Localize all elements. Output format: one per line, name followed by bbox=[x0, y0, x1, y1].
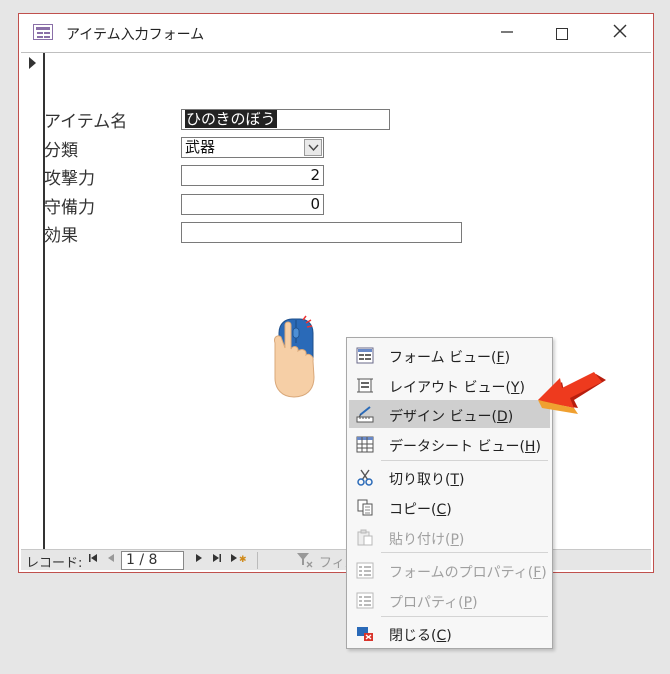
maximize-icon bbox=[556, 27, 568, 40]
paste-icon bbox=[357, 529, 373, 546]
minimize-icon bbox=[501, 31, 513, 33]
menu-suffix: ) bbox=[535, 439, 541, 455]
menu-label: 閉じる( bbox=[389, 628, 437, 644]
menu-suffix: ) bbox=[519, 380, 525, 396]
item-name-input[interactable]: ひのきのぼう bbox=[181, 109, 390, 130]
first-record-icon bbox=[89, 554, 97, 562]
form-icon bbox=[33, 24, 53, 40]
menu-accel: P bbox=[463, 595, 473, 611]
window-title: アイテム入力フォーム bbox=[66, 27, 205, 43]
previous-record-button[interactable] bbox=[105, 553, 117, 567]
next-record-icon bbox=[196, 554, 202, 562]
previous-record-icon bbox=[108, 554, 114, 562]
attack-label: 攻撃力 bbox=[44, 169, 95, 189]
defense-label: 守備力 bbox=[44, 198, 95, 218]
menu-separator bbox=[381, 616, 548, 617]
menu-item-layout-view[interactable]: レイアウト ビュー(Y) bbox=[349, 371, 550, 399]
menu-item-paste[interactable]: 貼り付け(P) bbox=[349, 523, 550, 551]
menu-suffix: ) bbox=[504, 350, 511, 366]
menu-suffix: ) bbox=[458, 532, 465, 548]
menu-label: プロパティ( bbox=[389, 595, 464, 611]
menu-accel: C bbox=[436, 502, 447, 518]
menu-accel: P bbox=[450, 532, 459, 548]
menu-label: フォームのプロパティ( bbox=[389, 565, 534, 581]
design-view-icon bbox=[356, 406, 374, 423]
close-button[interactable] bbox=[608, 22, 632, 44]
filter-icon[interactable] bbox=[296, 552, 314, 568]
datasheet-view-icon bbox=[356, 436, 374, 453]
layout-view-icon bbox=[357, 378, 373, 393]
form-properties-icon bbox=[356, 562, 374, 579]
menu-suffix: ) bbox=[446, 502, 452, 518]
menu-item-close[interactable]: 閉じる(C) bbox=[349, 619, 550, 647]
menu-item-form-properties[interactable]: フォームのプロパティ(F) bbox=[349, 556, 550, 584]
title-divider bbox=[21, 52, 651, 53]
category-select[interactable]: 武器 bbox=[181, 137, 324, 158]
chevron-down-icon bbox=[308, 144, 319, 152]
current-record-arrow-icon bbox=[29, 57, 36, 69]
maximize-button[interactable] bbox=[550, 22, 574, 44]
close-icon bbox=[613, 24, 627, 38]
form-window: アイテム入力フォーム アイテム名 ひのきのぼう 分類 武器 攻撃力 2 守備力 … bbox=[18, 13, 654, 573]
menu-label: レイアウト ビュー( bbox=[389, 380, 511, 396]
current-record-box[interactable]: 1 / 8 bbox=[121, 551, 184, 570]
menu-item-design-view[interactable]: デザイン ビュー(D) bbox=[349, 400, 550, 428]
menu-item-form-view[interactable]: フォーム ビュー(F) bbox=[349, 341, 550, 369]
menu-accel: H bbox=[524, 439, 536, 455]
menu-label: データシート ビュー( bbox=[389, 439, 525, 455]
context-menu: フォーム ビュー(F) レイアウト ビュー(Y) デザイン ビュー(D) データ… bbox=[346, 337, 553, 649]
menu-label: フォーム ビュー( bbox=[389, 350, 497, 366]
category-value: 武器 bbox=[185, 138, 216, 156]
menu-separator bbox=[381, 460, 548, 461]
menu-suffix: ) bbox=[541, 565, 547, 581]
menu-suffix: ) bbox=[507, 409, 514, 425]
menu-suffix: ) bbox=[446, 628, 452, 644]
menu-item-cut[interactable]: 切り取り(T) bbox=[349, 463, 550, 491]
pointer-arrow-icon bbox=[538, 372, 606, 414]
copy-icon bbox=[357, 499, 373, 516]
record-navigation-bar: レコード: 1 / 8 ✱ フィル bbox=[21, 549, 651, 571]
effect-input[interactable] bbox=[181, 222, 462, 243]
record-label: レコード: bbox=[26, 556, 83, 571]
category-label: 分類 bbox=[44, 141, 78, 161]
menu-suffix: ) bbox=[472, 595, 478, 611]
item-name-value: ひのきのぼう bbox=[185, 110, 277, 128]
menu-accel: T bbox=[450, 472, 460, 488]
new-record-button[interactable]: ✱ bbox=[229, 553, 251, 567]
last-record-icon bbox=[213, 554, 221, 562]
scissors-icon bbox=[357, 469, 373, 486]
menu-accel: F bbox=[496, 350, 505, 366]
title-bar[interactable]: アイテム入力フォーム bbox=[19, 14, 653, 52]
menu-item-copy[interactable]: コピー(C) bbox=[349, 493, 550, 521]
category-dropdown-button[interactable] bbox=[304, 139, 322, 156]
menu-accel: D bbox=[496, 409, 508, 425]
close-form-icon bbox=[357, 627, 373, 641]
defense-input[interactable]: 0 bbox=[181, 194, 324, 215]
effect-label: 効果 bbox=[44, 226, 78, 246]
menu-label: 切り取り( bbox=[389, 472, 451, 488]
minimize-button[interactable] bbox=[495, 22, 519, 44]
item-name-label: アイテム名 bbox=[44, 112, 128, 132]
menu-item-properties[interactable]: プロパティ(P) bbox=[349, 586, 550, 614]
right-click-mouse-icon bbox=[274, 315, 315, 398]
menu-suffix: ) bbox=[459, 472, 465, 488]
last-record-button[interactable] bbox=[211, 553, 223, 567]
menu-accel: C bbox=[436, 628, 447, 644]
first-record-button[interactable] bbox=[87, 553, 99, 567]
svg-text:✱: ✱ bbox=[239, 555, 247, 563]
menu-label: コピー( bbox=[389, 502, 437, 518]
menu-label: 貼り付け( bbox=[389, 532, 451, 548]
record-selector[interactable] bbox=[21, 53, 45, 549]
new-record-icon: ✱ bbox=[231, 554, 247, 565]
menu-item-datasheet-view[interactable]: データシート ビュー(H) bbox=[349, 430, 550, 458]
attack-input[interactable]: 2 bbox=[181, 165, 324, 186]
next-record-button[interactable] bbox=[193, 553, 205, 567]
menu-separator bbox=[381, 552, 548, 553]
properties-icon bbox=[356, 592, 374, 609]
menu-label: デザイン ビュー( bbox=[389, 409, 497, 425]
form-view-icon bbox=[356, 347, 374, 364]
nav-divider bbox=[257, 552, 258, 569]
